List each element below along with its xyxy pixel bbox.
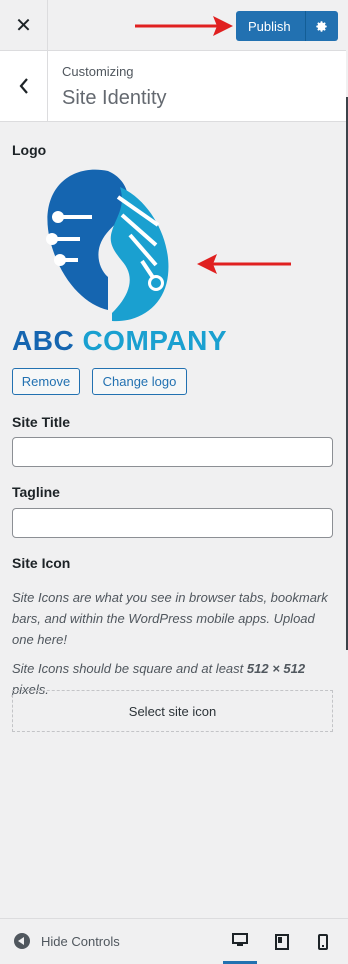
close-button[interactable]: ✕ xyxy=(0,0,48,50)
gear-icon xyxy=(316,20,327,32)
tagline-label: Tagline xyxy=(12,484,60,500)
annotation-arrow-publish xyxy=(135,16,233,36)
logo-wordmark: ABC COMPANY xyxy=(12,325,227,357)
site-title-input[interactable] xyxy=(12,437,333,467)
hide-controls-label: Hide Controls xyxy=(41,933,120,949)
breadcrumb: Customizing xyxy=(62,64,134,79)
logo-label: Logo xyxy=(12,142,47,158)
chevron-left-icon xyxy=(19,78,28,94)
tablet-icon xyxy=(275,933,289,950)
mobile-icon xyxy=(318,933,328,950)
site-icon-label: Site Icon xyxy=(12,555,71,571)
publish-group: Publish xyxy=(236,11,338,41)
logo-preview[interactable]: ABC COMPANY xyxy=(12,165,227,361)
site-title-label: Site Title xyxy=(12,414,71,430)
hide-controls-button[interactable]: Hide Controls xyxy=(14,933,120,949)
publish-settings-button[interactable] xyxy=(304,11,338,41)
size-note-pre: Site Icons should be square and at least xyxy=(12,661,247,676)
section-title: Site Identity xyxy=(62,87,167,109)
desktop-icon xyxy=(232,933,248,946)
change-logo-button[interactable]: Change logo xyxy=(92,368,187,395)
back-button[interactable] xyxy=(0,51,48,121)
section-header: Customizing Site Identity xyxy=(0,51,346,122)
annotation-arrow-logo xyxy=(197,254,291,274)
close-icon: ✕ xyxy=(15,14,32,37)
collapse-icon xyxy=(14,933,30,949)
customizer-footer: Hide Controls xyxy=(0,918,348,964)
select-site-icon-button[interactable]: Select site icon xyxy=(12,690,333,732)
logo-text-abc: ABC xyxy=(12,325,75,356)
publish-button[interactable]: Publish xyxy=(236,11,305,41)
preview-desktop-button[interactable] xyxy=(223,919,257,964)
site-icon-description: Site Icons are what you see in browser t… xyxy=(12,590,328,647)
preview-tablet-button[interactable] xyxy=(265,919,299,964)
logo-emblem xyxy=(46,169,169,322)
size-note-dims: 512 × 512 xyxy=(246,661,306,676)
tagline-input[interactable] xyxy=(12,508,333,538)
preview-mobile-button[interactable] xyxy=(306,919,340,964)
logo-text-company: COMPANY xyxy=(82,325,227,356)
remove-logo-button[interactable]: Remove xyxy=(12,368,80,395)
